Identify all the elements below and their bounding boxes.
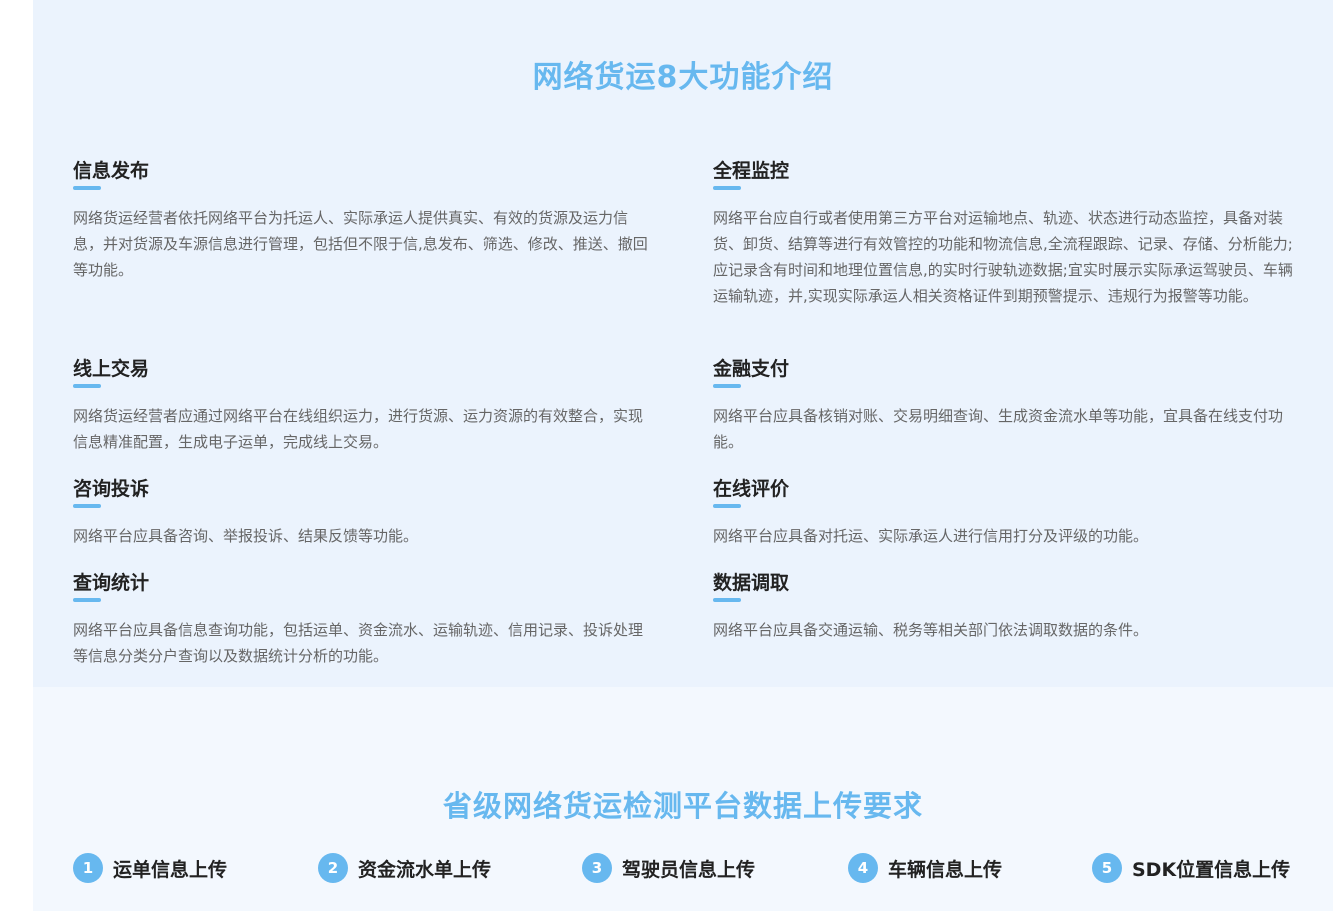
feature-title: 数据调取 (713, 572, 790, 594)
title-underline (73, 186, 101, 190)
feature-description: 网络平台应具备信息查询功能，包括运单、资金流水、运输轨迹、信用记录、投诉处理等信… (73, 621, 644, 665)
title-underline (73, 504, 101, 508)
feature-description: 网络平台应具备交通运输、税务等相关部门依法调取数据的条件。 (713, 621, 1149, 639)
requirement-label: 驾驶员信息上传 (622, 858, 756, 881)
title-underline (713, 598, 741, 602)
feature-financial-payment: 金融支付 网络平台应具备核销对账、交易明细查询、生成资金流水单等功能，宜具备在线… (713, 355, 1293, 455)
step-number-badge: 1 (73, 853, 103, 883)
step-number-badge: 5 (1092, 853, 1122, 883)
feature-description: 网络平台应具备核销对账、交易明细查询、生成资金流水单等功能，宜具备在线支付功能。 (713, 407, 1284, 451)
feature-description: 网络货运经营者依托网络平台为托运人、实际承运人提供真实、有效的货源及运力信息，并… (73, 209, 648, 279)
requirements-section: 省级网络货运检测平台数据上传要求 1 运单信息上传 2 资金流水单上传 3 驾驶… (33, 687, 1333, 911)
feature-query-statistics: 查询统计 网络平台应具备信息查询功能，包括运单、资金流水、运输轨迹、信用记录、投… (73, 569, 653, 669)
requirement-driver: 3 驾驶员信息上传 (582, 852, 755, 884)
step-number-badge: 3 (582, 853, 612, 883)
title-underline (73, 598, 101, 602)
step-number-badge: 2 (318, 853, 348, 883)
features-title: 网络货运8大功能介绍 (532, 60, 834, 95)
feature-title: 金融支付 (713, 358, 790, 380)
feature-full-monitoring: 全程监控 网络平台应自行或者使用第三方平台对运输地点、轨迹、状态进行动态监控，具… (713, 157, 1293, 309)
feature-description: 网络平台应具备对托运、实际承运人进行信用打分及评级的功能。 (713, 527, 1149, 545)
feature-title: 信息发布 (73, 160, 150, 182)
feature-title: 咨询投诉 (73, 478, 150, 500)
feature-title: 线上交易 (73, 358, 150, 380)
requirement-sdk-location: 5 SDK位置信息上传 (1092, 852, 1290, 884)
feature-title: 全程监控 (713, 160, 790, 182)
feature-title: 在线评价 (713, 478, 790, 500)
title-underline (713, 504, 741, 508)
requirement-fund-flow: 2 资金流水单上传 (318, 852, 491, 884)
title-underline (713, 186, 741, 190)
page: 网络货运8大功能介绍 信息发布 网络货运经营者依托网络平台为托运人、实际承运人提… (0, 0, 1339, 911)
requirement-vehicle: 4 车辆信息上传 (848, 852, 1002, 884)
feature-description: 网络平台应具备咨询、举报投诉、结果反馈等功能。 (73, 527, 419, 545)
title-underline (73, 384, 101, 388)
requirement-label: 车辆信息上传 (888, 858, 1003, 881)
feature-description: 网络货运经营者应通过网络平台在线组织运力，进行货源、运力资源的有效整合，实现信息… (73, 407, 644, 451)
requirement-waybill: 1 运单信息上传 (73, 852, 227, 884)
requirement-label: SDK位置信息上传 (1132, 858, 1291, 881)
requirement-label: 资金流水单上传 (358, 858, 492, 881)
step-number-badge: 4 (848, 853, 878, 883)
feature-title: 查询统计 (73, 572, 150, 594)
features-section: 网络货运8大功能介绍 信息发布 网络货运经营者依托网络平台为托运人、实际承运人提… (33, 0, 1333, 687)
feature-consult-complaint: 咨询投诉 网络平台应具备咨询、举报投诉、结果反馈等功能。 (73, 475, 653, 549)
feature-data-retrieval: 数据调取 网络平台应具备交通运输、税务等相关部门依法调取数据的条件。 (713, 569, 1293, 643)
title-underline (713, 384, 741, 388)
feature-description: 网络平台应自行或者使用第三方平台对运输地点、轨迹、状态进行动态监控，具备对装货、… (713, 209, 1293, 305)
feature-info-publish: 信息发布 网络货运经营者依托网络平台为托运人、实际承运人提供真实、有效的货源及运… (73, 157, 653, 283)
feature-online-trade: 线上交易 网络货运经营者应通过网络平台在线组织运力，进行货源、运力资源的有效整合… (73, 355, 653, 455)
feature-online-rating: 在线评价 网络平台应具备对托运、实际承运人进行信用打分及评级的功能。 (713, 475, 1293, 549)
requirements-title: 省级网络货运检测平台数据上传要求 (442, 789, 923, 823)
requirement-label: 运单信息上传 (113, 858, 228, 881)
